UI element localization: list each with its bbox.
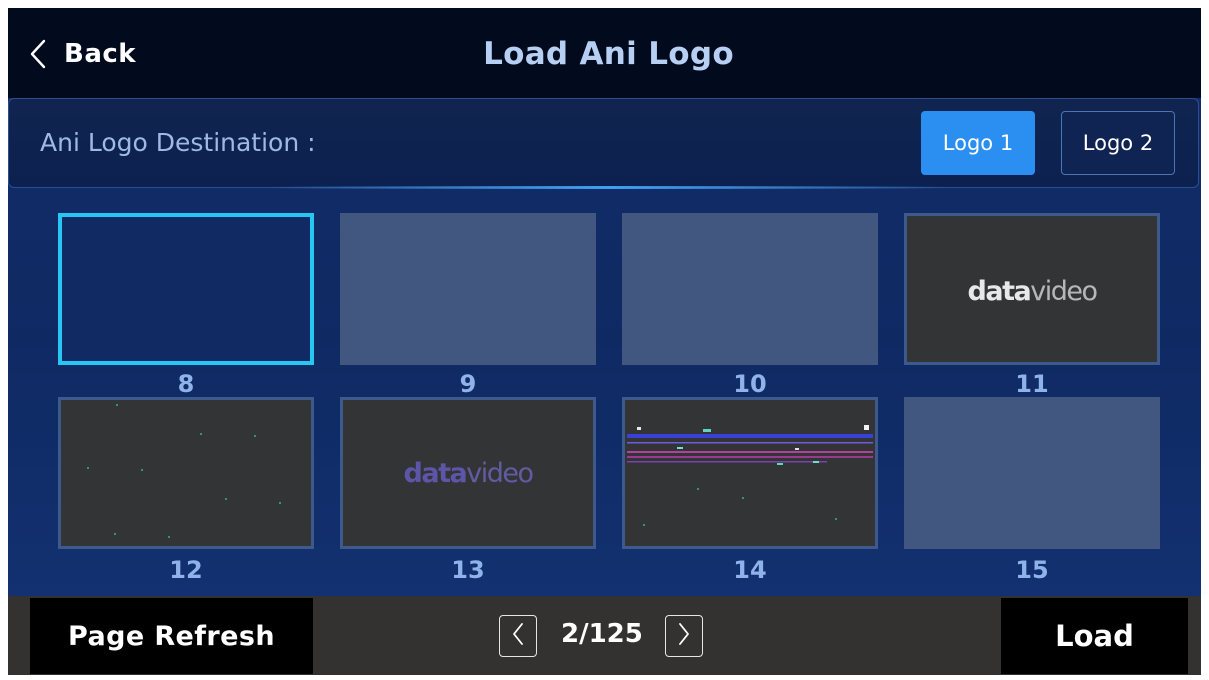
thumbnail-8[interactable]: [58, 213, 314, 365]
load-button[interactable]: Load: [1001, 598, 1188, 674]
datavideo-logo-image: datavideo: [403, 458, 534, 489]
chevron-right-icon: [677, 622, 691, 650]
logo-1-button[interactable]: Logo 1: [921, 111, 1035, 175]
destination-bar: Ani Logo Destination : Logo 1 Logo 2: [8, 98, 1199, 189]
load-ani-logo-screen: Back Load Ani Logo Ani Logo Destination …: [8, 8, 1201, 675]
thumbnail-number: 12: [169, 556, 203, 584]
thumbnail-number: 11: [1015, 370, 1049, 398]
thumbnail-number: 14: [733, 556, 767, 584]
thumbnail-15[interactable]: [904, 397, 1160, 549]
thumbnail-11[interactable]: datavideo: [904, 213, 1160, 365]
thumbnail-9[interactable]: [340, 213, 596, 365]
header-bar: Back Load Ani Logo: [8, 8, 1201, 98]
footer-bar: Page Refresh 2/125 Load: [8, 596, 1201, 675]
thumbnail-13[interactable]: datavideo: [340, 397, 596, 549]
thumbnail-number: 10: [733, 370, 767, 398]
thumbnail-number: 8: [177, 370, 195, 398]
page-indicator: 2/125: [561, 619, 643, 649]
next-page-button[interactable]: [665, 615, 703, 657]
thumbnail-number: 9: [459, 370, 477, 398]
thumbnail-number: 13: [451, 556, 485, 584]
thumbnail-10[interactable]: [622, 213, 878, 365]
thumbnail-12[interactable]: [58, 397, 314, 549]
page-refresh-button[interactable]: Page Refresh: [30, 598, 313, 674]
datavideo-logo-image: datavideo: [967, 276, 1098, 307]
page-title: Load Ani Logo: [483, 36, 734, 72]
particles-image: [87, 404, 281, 538]
chevron-left-icon: [511, 622, 525, 650]
thumbnail-number: 15: [1015, 556, 1049, 584]
thumbnail-14[interactable]: [622, 397, 878, 549]
destination-glow-divider: [269, 186, 949, 189]
logo-2-button[interactable]: Logo 2: [1061, 111, 1175, 175]
prev-page-button[interactable]: [499, 615, 537, 657]
destination-label: Ani Logo Destination :: [40, 128, 316, 157]
glitch-lines-image: [627, 425, 873, 526]
